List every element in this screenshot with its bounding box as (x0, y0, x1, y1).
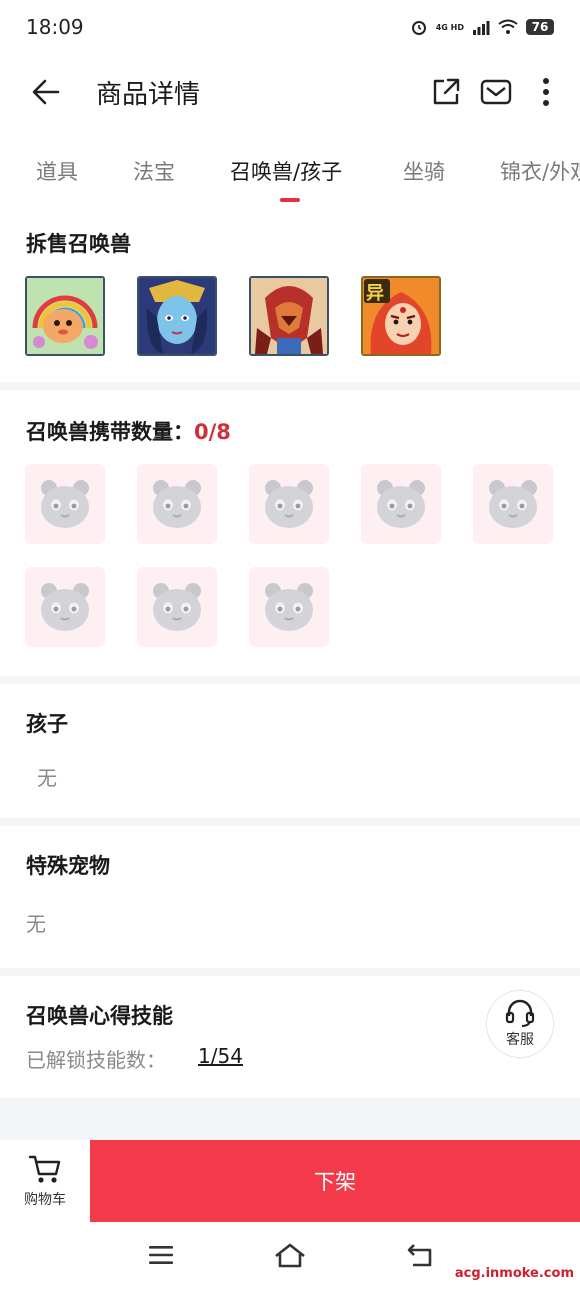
empty-pet-slot[interactable] (25, 464, 105, 544)
carry-label: 召唤兽携带数量： (26, 420, 194, 444)
panda-placeholder-icon (489, 480, 537, 528)
page: 18:09 4G HD 76 商品详情 道具 法宝 召唤兽/孩子 坐骑 锦衣/外… (0, 0, 580, 1289)
pet-avatar[interactable]: 异 (361, 276, 441, 356)
network-label: 4G HD (435, 22, 464, 32)
pet-badge: 异 (366, 283, 384, 304)
special-pets-card: 特殊宠物 无 (0, 826, 580, 968)
skills-title: 召唤兽心得技能 (26, 1004, 173, 1028)
cart-icon (28, 1155, 61, 1183)
special-pets-value: 无 (26, 912, 46, 936)
message-button[interactable] (476, 72, 516, 112)
children-title: 孩子 (26, 712, 68, 736)
tab-pets-children[interactable]: 召唤兽/孩子 (230, 156, 342, 186)
unlock-count-link[interactable]: 1/54 (198, 1044, 243, 1068)
empty-pet-slot[interactable] (249, 464, 329, 544)
home-nav-button[interactable] (273, 1238, 307, 1272)
empty-pet-slot[interactable] (361, 464, 441, 544)
status-time: 18:09 (26, 15, 84, 39)
pet-avatar[interactable] (249, 276, 329, 356)
panda-placeholder-icon (153, 583, 201, 631)
empty-pet-slot[interactable] (25, 567, 105, 647)
share-icon (433, 78, 460, 105)
tab-props[interactable]: 道具 (36, 156, 78, 186)
empty-pet-slot[interactable] (473, 464, 553, 544)
page-title: 商品详情 (96, 79, 201, 110)
cart-label: 购物车 (24, 1192, 66, 1208)
back-arrow-icon (32, 79, 60, 105)
alarm-icon (411, 21, 426, 35)
sold-pets-title: 拆售召唤兽 (26, 232, 131, 256)
battery-indicator: 76 (526, 19, 554, 35)
app-header: 商品详情 (0, 54, 580, 130)
pet-red-armored-beast-icon (251, 278, 327, 354)
menu-nav-button[interactable] (144, 1238, 178, 1272)
carry-count: 0/8 (194, 420, 231, 444)
panda-placeholder-icon (377, 480, 425, 528)
take-down-button[interactable]: 下架 (90, 1140, 580, 1222)
carry-title: 召唤兽携带数量：0/8 (26, 416, 231, 446)
signal-icon (473, 21, 490, 35)
empty-pet-slot[interactable] (249, 567, 329, 647)
customer-service-button[interactable]: 客服 (486, 990, 554, 1058)
watermark: acg.inmoke.com (454, 1266, 574, 1281)
panda-placeholder-icon (265, 480, 313, 528)
bottom-action-bar: 购物车 下架 (0, 1140, 580, 1222)
pet-avatar[interactable] (25, 276, 105, 356)
category-tabs: 道具 法宝 召唤兽/孩子 坐骑 锦衣/外观 (0, 130, 580, 208)
panda-placeholder-icon (265, 583, 313, 631)
tab-outfits[interactable]: 锦衣/外观 (500, 156, 580, 186)
headset-icon (505, 999, 535, 1027)
menu-icon (149, 1246, 173, 1264)
pet-blue-goddess-icon (139, 278, 215, 354)
back-nav-button[interactable] (403, 1238, 437, 1272)
children-card: 孩子 无 (0, 684, 580, 818)
status-bar: 18:09 4G HD 76 (0, 0, 580, 54)
tab-treasure[interactable]: 法宝 (133, 156, 175, 186)
empty-pet-slot[interactable] (137, 567, 217, 647)
pet-rainbow-creature-icon (27, 278, 103, 354)
tab-mounts[interactable]: 坐骑 (403, 156, 445, 186)
status-icons: 4G HD 76 (410, 18, 554, 36)
home-icon (275, 1243, 305, 1268)
back-button[interactable] (20, 66, 72, 118)
panda-placeholder-icon (41, 480, 89, 528)
more-button[interactable] (526, 72, 566, 112)
sold-pets-card: 拆售召唤兽 异 (0, 208, 580, 382)
empty-pet-slot[interactable] (137, 464, 217, 544)
return-icon (407, 1244, 432, 1267)
pet-carry-card: 召唤兽携带数量：0/8 (0, 390, 580, 676)
special-pets-title: 特殊宠物 (26, 854, 110, 878)
wifi-icon (498, 19, 518, 34)
customer-service-label: 客服 (506, 1032, 534, 1048)
panda-placeholder-icon (41, 583, 89, 631)
cart-button[interactable]: 购物车 (0, 1140, 90, 1222)
more-icon (543, 78, 549, 106)
children-value: 无 (37, 766, 57, 790)
active-tab-indicator (280, 198, 300, 202)
mail-icon (480, 79, 512, 105)
unlock-label: 已解锁技能数： (26, 1048, 166, 1072)
pet-avatar[interactable] (137, 276, 217, 356)
share-button[interactable] (426, 72, 466, 112)
panda-placeholder-icon (153, 480, 201, 528)
